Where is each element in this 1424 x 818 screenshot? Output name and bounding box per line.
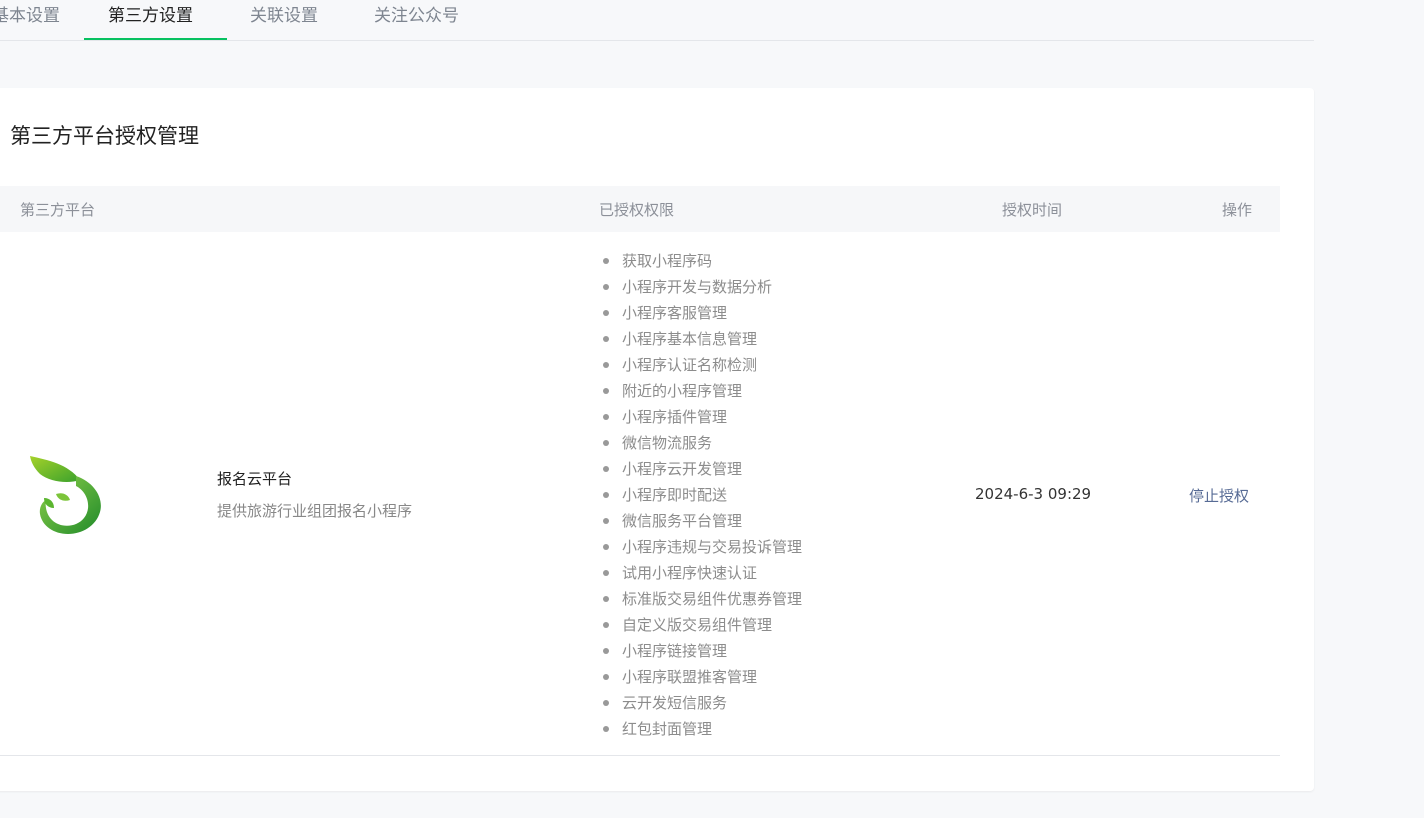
list-item: 小程序认证名称检测 (602, 354, 802, 380)
list-item: 小程序即时配送 (602, 484, 802, 510)
row-divider (0, 755, 1280, 756)
list-item: 云开发短信服务 (602, 692, 802, 718)
tab-follow-official-account[interactable]: 关注公众号 (374, 4, 459, 40)
header-time: 授权时间 (1002, 201, 1063, 219)
page: 基本设置 第三方设置 关联设置 关注公众号 第三方平台授权管理 第三方平台 已授… (0, 0, 1424, 818)
list-item: 自定义版交易组件管理 (602, 614, 802, 640)
list-item: 获取小程序码 (602, 250, 802, 276)
list-item: 试用小程序快速认证 (602, 562, 802, 588)
header-platform: 第三方平台 (20, 201, 96, 219)
list-item: 小程序基本信息管理 (602, 328, 802, 354)
list-item: 小程序链接管理 (602, 640, 802, 666)
tab-third-party-settings[interactable]: 第三方设置 (108, 4, 193, 40)
list-item: 微信物流服务 (602, 432, 802, 458)
tab-bar: 基本设置 第三方设置 关联设置 关注公众号 (0, 0, 1314, 41)
header-action: 操作 (1222, 201, 1253, 219)
list-item: 标准版交易组件优惠券管理 (602, 588, 802, 614)
list-item: 附近的小程序管理 (602, 380, 802, 406)
section-title: 第三方平台授权管理 (10, 124, 199, 148)
table-header: 第三方平台 已授权权限 授权时间 操作 (0, 186, 1280, 232)
list-item: 红包封面管理 (602, 718, 802, 744)
list-item: 小程序插件管理 (602, 406, 802, 432)
permission-list: 获取小程序码 小程序开发与数据分析 小程序客服管理 小程序基本信息管理 小程序认… (602, 250, 802, 744)
tab-linked-settings[interactable]: 关联设置 (250, 4, 318, 40)
leaf-logo-icon (30, 456, 101, 534)
tab-basic-settings[interactable]: 基本设置 (0, 4, 60, 40)
active-tab-indicator (84, 38, 227, 40)
list-item: 小程序开发与数据分析 (602, 276, 802, 302)
platform-name: 报名云平台 (217, 470, 293, 488)
list-item: 小程序联盟推客管理 (602, 666, 802, 692)
stop-authorization-link[interactable]: 停止授权 (1189, 485, 1249, 506)
header-permissions: 已授权权限 (599, 201, 675, 219)
list-item: 小程序云开发管理 (602, 458, 802, 484)
list-item: 微信服务平台管理 (602, 510, 802, 536)
platform-description: 提供旅游行业组团报名小程序 (217, 502, 413, 520)
list-item: 小程序客服管理 (602, 302, 802, 328)
authorization-time: 2024-6-3 09:29 (975, 485, 1092, 503)
list-item: 小程序违规与交易投诉管理 (602, 536, 802, 562)
